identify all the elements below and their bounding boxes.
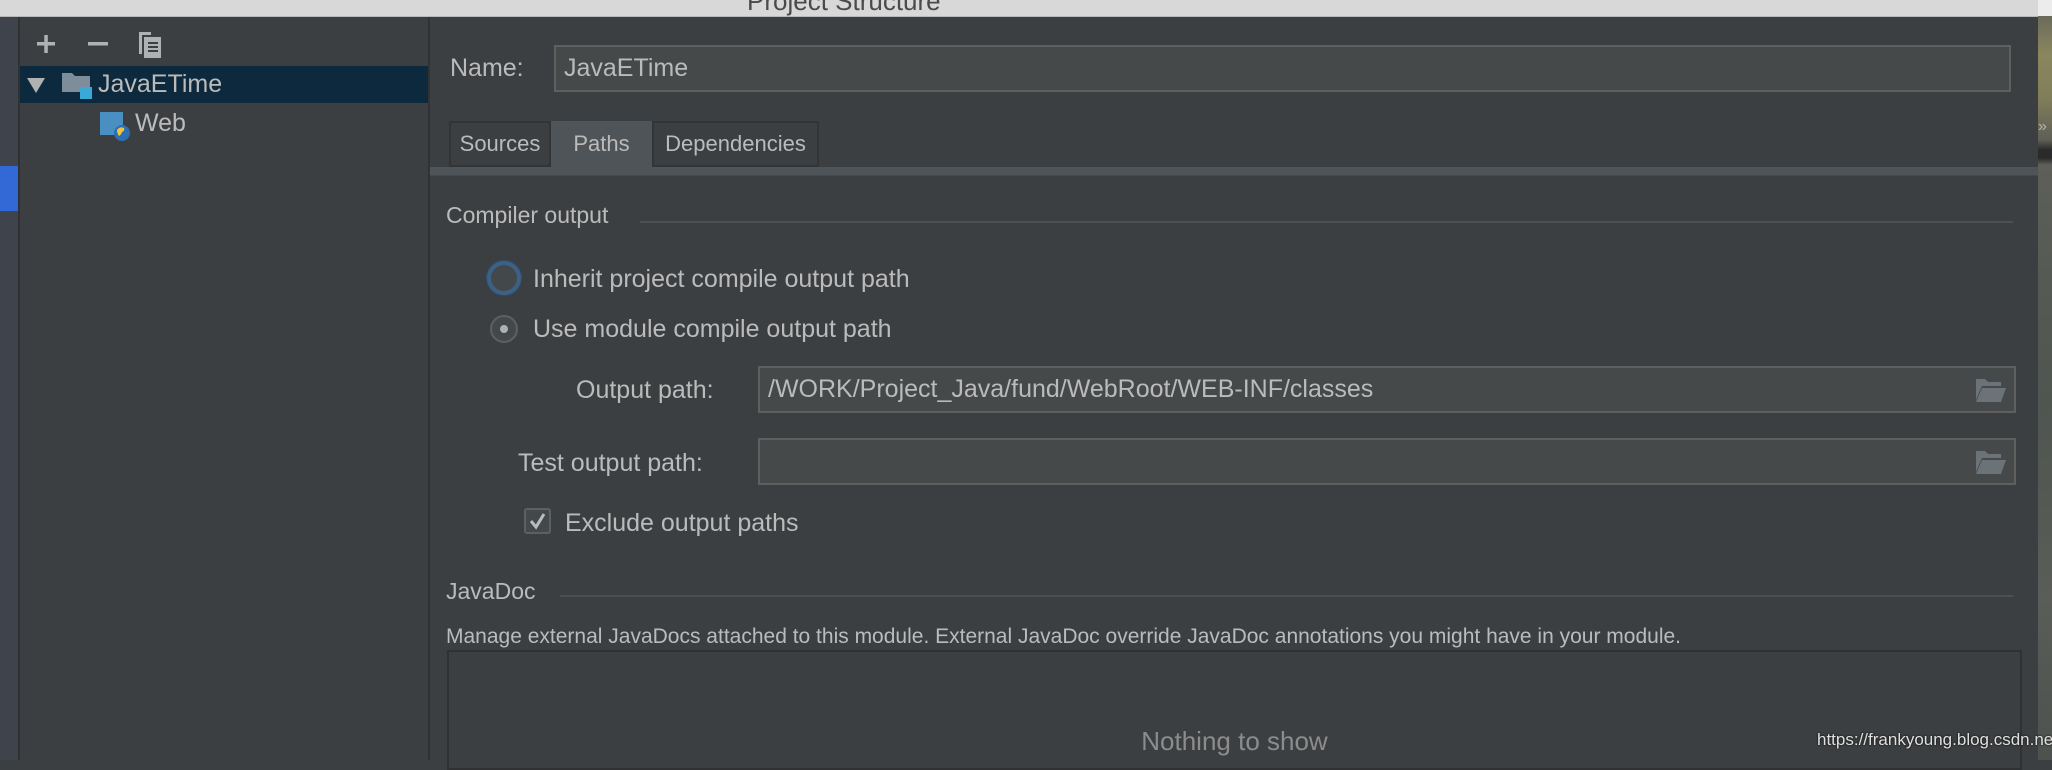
output-path-input[interactable]: /WORK/Project_Java/fund/WebRoot/WEB-INF/… [758, 366, 2016, 413]
plus-icon [37, 35, 55, 53]
tab-paths[interactable]: Paths [551, 121, 652, 167]
inherit-output-radio[interactable] [487, 261, 521, 295]
module-folder-icon [62, 73, 92, 99]
checkmark-icon [529, 513, 546, 530]
name-input[interactable]: JavaETime [554, 45, 2011, 92]
output-path-label: Output path: [576, 376, 714, 404]
copy-button[interactable] [136, 31, 164, 58]
sidebar-selected-indicator[interactable] [0, 166, 18, 211]
category-sidebar [0, 17, 20, 760]
name-label: Name: [450, 54, 524, 82]
tree-item-javaetime[interactable]: JavaETime [20, 66, 428, 103]
module-tree-panel: JavaETime Web [20, 17, 430, 760]
remove-button[interactable] [84, 31, 112, 57]
watermark: https://frankyoung.blog.csdn.net [1817, 730, 2052, 749]
test-output-path-input[interactable] [758, 438, 2016, 485]
inherit-output-label[interactable]: Inherit project compile output path [533, 265, 910, 294]
tab-sources[interactable]: Sources [449, 121, 551, 167]
exclude-output-checkbox[interactable] [524, 508, 551, 534]
module-output-label[interactable]: Use module compile output path [533, 315, 892, 344]
output-path-value: /WORK/Project_Java/fund/WebRoot/WEB-INF/… [768, 375, 1374, 403]
browse-folder-icon[interactable] [1976, 451, 2006, 475]
section-divider [560, 595, 2013, 597]
tab-dependencies[interactable]: Dependencies [652, 121, 819, 167]
copy-icon [139, 32, 161, 58]
expand-triangle-icon[interactable] [26, 76, 46, 94]
tree-item-web[interactable]: Web [20, 105, 428, 142]
tree-item-label: JavaETime [98, 70, 223, 98]
browse-folder-icon[interactable] [1976, 379, 2006, 403]
javadoc-list[interactable]: Nothing to show [447, 650, 2022, 770]
desktop-background: » [2038, 0, 2052, 760]
tab-underline-bar [430, 167, 2038, 176]
chevron-right-icon[interactable]: » [2038, 118, 2047, 136]
window-title-bar[interactable]: Project Structure [0, 0, 2038, 17]
module-output-radio[interactable] [490, 315, 518, 343]
javadoc-description: Manage external JavaDocs attached to thi… [446, 625, 1682, 648]
test-output-path-label: Test output path: [518, 449, 703, 477]
web-facet-icon [100, 112, 130, 141]
tree-item-label: Web [135, 109, 186, 137]
compiler-output-heading: Compiler output [446, 202, 609, 228]
exclude-output-label[interactable]: Exclude output paths [565, 509, 799, 538]
javadoc-heading: JavaDoc [446, 578, 536, 604]
minus-icon [88, 42, 108, 46]
add-button[interactable] [32, 31, 60, 57]
section-divider [640, 221, 2013, 223]
window-title: Project Structure [747, 0, 941, 16]
empty-list-text: Nothing to show [1141, 726, 1328, 756]
